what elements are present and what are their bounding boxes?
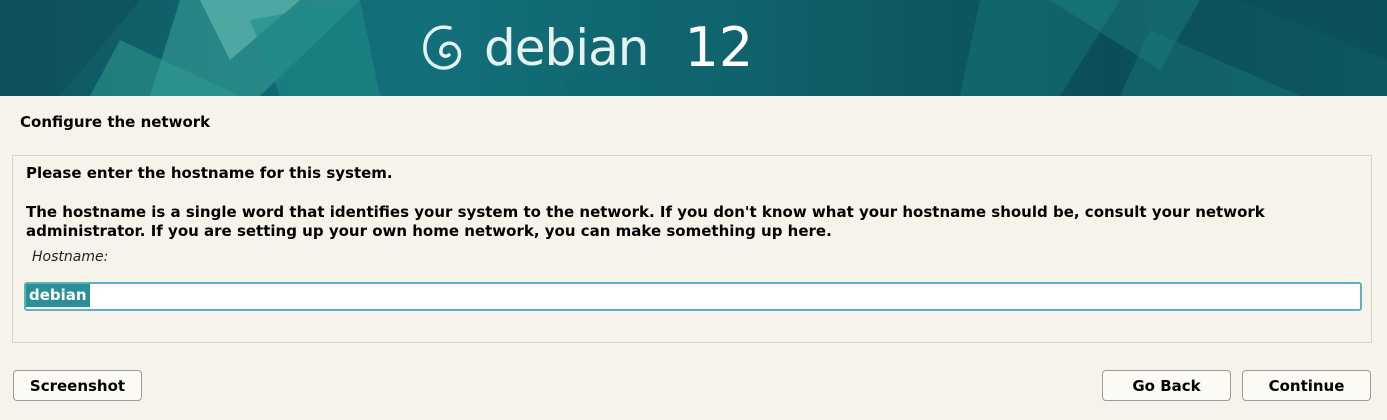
hostname-panel: Please enter the hostname for this syste… [12, 155, 1372, 343]
go-back-button[interactable]: Go Back [1102, 370, 1231, 401]
continue-button[interactable]: Continue [1242, 370, 1371, 401]
hostname-label: Hostname: [32, 249, 109, 265]
brand-logo: debian 12 [420, 12, 753, 84]
hostname-input[interactable] [24, 282, 1362, 311]
screenshot-button[interactable]: Screenshot [13, 370, 142, 401]
brand-version: 12 [684, 16, 754, 79]
hostname-description: The hostname is a single word that ident… [26, 203, 1265, 240]
debian-swirl-icon [423, 25, 462, 70]
brand-name: debian [484, 19, 649, 77]
hostname-prompt: Please enter the hostname for this syste… [26, 164, 393, 182]
header-banner: debian 12 [0, 0, 1387, 96]
page-title: Configure the network [20, 113, 211, 131]
